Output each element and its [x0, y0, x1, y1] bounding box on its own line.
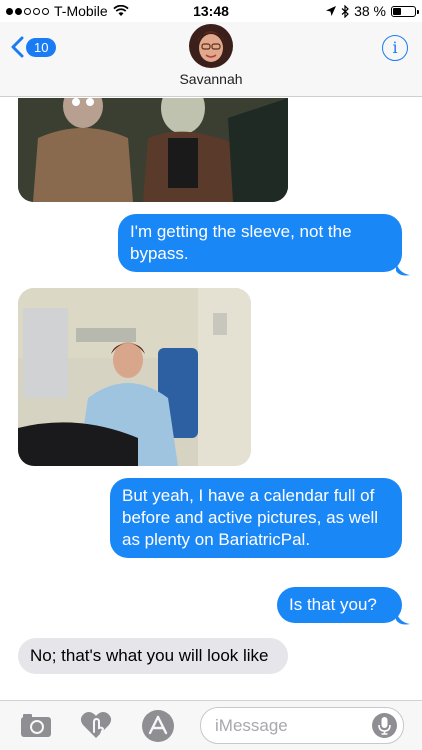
unread-count-badge: 10 [26, 37, 57, 57]
location-arrow-icon [326, 6, 337, 16]
battery-icon [391, 5, 419, 17]
camera-icon [21, 714, 51, 737]
photo-icon [18, 288, 251, 466]
digital-touch-icon [80, 712, 112, 738]
avatar[interactable] [189, 24, 233, 68]
message-input[interactable] [215, 716, 365, 736]
battery-percentage: 38 % [354, 3, 386, 19]
camera-button[interactable] [20, 712, 52, 743]
image-message[interactable] [18, 288, 251, 466]
message-text: Is that you? [289, 595, 377, 614]
message-input-field[interactable] [200, 707, 404, 744]
bubble-tail [396, 261, 410, 276]
message-thread[interactable]: I'm getting the sleeve, not the bypass. … [0, 98, 422, 700]
dictation-button[interactable] [372, 713, 397, 738]
bubble-tail [396, 610, 410, 625]
outgoing-message[interactable]: I'm getting the sleeve, not the bypass. [118, 214, 402, 272]
microphone-icon [378, 717, 391, 735]
compose-bar [0, 700, 422, 750]
info-button[interactable]: i [382, 35, 408, 61]
chevron-left-icon [11, 36, 24, 58]
outgoing-message[interactable]: But yeah, I have a calendar full of befo… [110, 478, 402, 558]
avatar-image [189, 24, 233, 68]
contact-name[interactable]: Savannah [0, 71, 422, 87]
outgoing-message[interactable]: Is that you? [277, 587, 402, 623]
bluetooth-icon [341, 4, 349, 18]
status-bar: T-Mobile 13:48 38 % [0, 0, 422, 22]
incoming-message[interactable]: No; that's what you will look like [18, 638, 288, 674]
image-message[interactable] [18, 98, 288, 202]
status-right: 38 % [326, 3, 419, 19]
message-text: No; that's what you will look like [30, 646, 269, 665]
battery-fill [393, 7, 401, 15]
message-text: But yeah, I have a calendar full of befo… [122, 486, 379, 549]
app-store-icon [142, 710, 174, 742]
message-text: I'm getting the sleeve, not the bypass. [130, 222, 352, 263]
conversation-header: 10 Savannah i [0, 22, 422, 97]
photo-icon [18, 98, 288, 202]
back-button[interactable]: 10 [10, 36, 57, 58]
app-store-button[interactable] [141, 709, 175, 748]
digital-touch-button[interactable] [80, 710, 112, 745]
